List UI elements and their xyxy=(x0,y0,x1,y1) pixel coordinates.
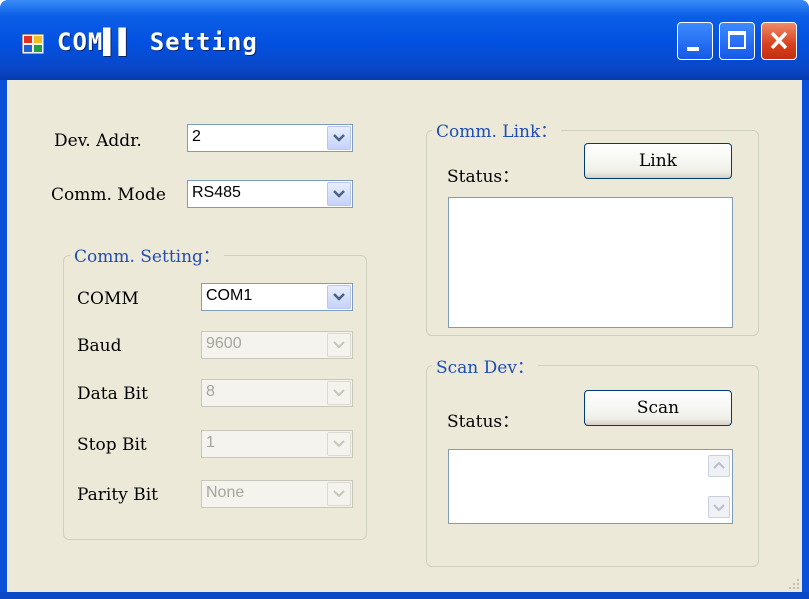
minimize-button[interactable] xyxy=(677,22,713,60)
comm-mode-value: RS485 xyxy=(192,184,241,201)
comm-mode-select[interactable]: RS485 xyxy=(187,180,353,208)
scan-button[interactable]: Scan xyxy=(584,390,732,426)
dev-addr-label: Dev. Addr. xyxy=(54,131,142,151)
dev-addr-select[interactable]: 2 xyxy=(187,124,353,152)
close-icon xyxy=(770,31,788,50)
parity-bit-label: Parity Bit xyxy=(77,485,158,505)
scroll-down-button[interactable] xyxy=(708,496,730,518)
scroll-up-button[interactable] xyxy=(708,455,730,477)
chevron-up-icon xyxy=(713,461,725,469)
comm-port-select[interactable]: COM1 xyxy=(201,283,353,311)
chevron-down-icon[interactable] xyxy=(327,126,351,150)
title-bar[interactable]: COM▌▌ Setting xyxy=(0,0,809,80)
comm-link-title: Comm. Link： xyxy=(432,117,562,142)
window-bottom-border xyxy=(0,592,809,599)
stop-bit-select: 1 xyxy=(201,430,353,458)
chevron-down-icon xyxy=(327,381,351,405)
comm-mode-label: Comm. Mode xyxy=(51,185,166,205)
scan-dev-title: Scan Dev： xyxy=(432,353,538,378)
stop-bit-label: Stop Bit xyxy=(77,435,147,455)
data-bit-label: Data Bit xyxy=(77,384,148,404)
chevron-down-icon xyxy=(327,482,351,506)
chevron-down-icon xyxy=(713,504,725,512)
scan-device-list[interactable] xyxy=(448,449,733,524)
link-status-output[interactable] xyxy=(448,197,733,328)
chevron-down-icon[interactable] xyxy=(327,285,351,309)
comm-setting-title: Comm. Setting： xyxy=(70,242,224,267)
stop-bit-value: 1 xyxy=(206,434,215,451)
chevron-down-icon xyxy=(327,432,351,456)
maximize-icon xyxy=(728,31,746,49)
data-bit-value: 8 xyxy=(206,383,215,400)
link-button[interactable]: Link xyxy=(584,143,732,179)
parity-bit-value: None xyxy=(206,484,245,501)
window-title: COM▌▌ Setting xyxy=(57,28,258,56)
app-window-icon xyxy=(22,34,44,54)
chevron-down-icon[interactable] xyxy=(327,182,351,206)
baud-select: 9600 xyxy=(201,331,353,359)
app-window: COM▌▌ Setting Dev. Addr. 2 Comm. Mode RS… xyxy=(0,0,809,599)
link-status-label: Status： xyxy=(447,167,520,187)
client-area: Dev. Addr. 2 Comm. Mode RS485 Comm. Sett… xyxy=(7,80,802,592)
chevron-down-icon xyxy=(327,333,351,357)
comm-label: COMM xyxy=(77,289,139,309)
close-button[interactable] xyxy=(761,22,797,60)
resize-grip-icon[interactable] xyxy=(787,577,801,591)
baud-value: 9600 xyxy=(206,335,242,352)
scan-status-label: Status： xyxy=(447,412,520,432)
comm-port-value: COM1 xyxy=(206,287,253,304)
minimize-icon xyxy=(687,47,699,51)
baud-label: Baud xyxy=(77,336,122,356)
maximize-button[interactable] xyxy=(719,22,755,60)
data-bit-select: 8 xyxy=(201,379,353,407)
dev-addr-value: 2 xyxy=(192,128,201,145)
parity-bit-select: None xyxy=(201,480,353,508)
